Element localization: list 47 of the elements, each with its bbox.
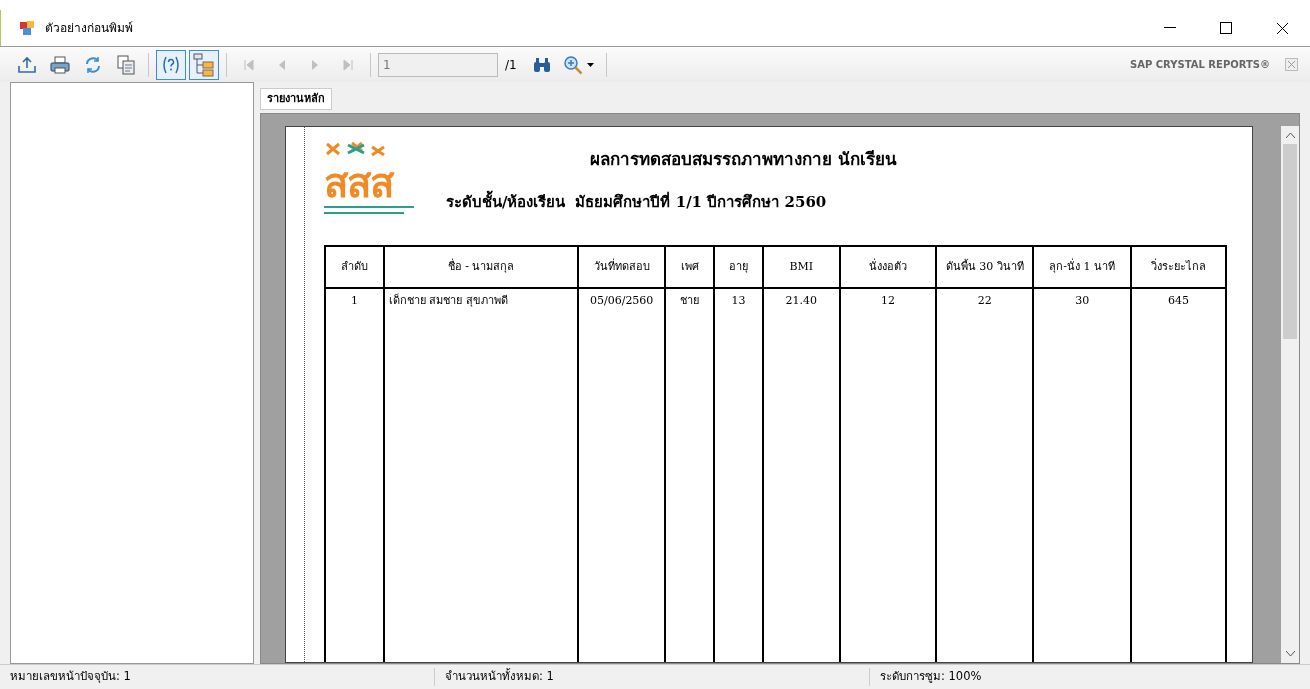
first-icon <box>244 58 254 71</box>
tree-button[interactable] <box>189 49 219 80</box>
class-label: ระดับชั้น/ห้องเรียน <box>446 190 566 213</box>
page-total: /1 <box>505 56 517 74</box>
scroll-thumb[interactable] <box>1283 144 1297 339</box>
column-header: วิ่งระยะไกล <box>1131 246 1226 288</box>
next-icon <box>311 58 319 71</box>
page-number-field[interactable]: 1 <box>378 52 498 77</box>
class-value: มัธยมศึกษาปีที่ 1/1 ปีการศึกษา 2560 <box>575 190 827 213</box>
app-icon <box>19 20 35 36</box>
export-icon <box>17 55 37 74</box>
column-header: เพศ <box>665 246 714 288</box>
scrollbar[interactable] <box>1281 126 1299 663</box>
report-tab[interactable]: รายงานหลัก <box>260 88 332 110</box>
close-icon <box>1275 21 1289 35</box>
column-header: BMI <box>762 246 840 288</box>
print-icon <box>50 55 70 74</box>
previous-icon <box>278 58 286 71</box>
help-button[interactable] <box>156 49 186 80</box>
caret-icon <box>587 62 595 67</box>
column-header: ดันพื้น 30 วินาที <box>936 246 1034 288</box>
column-header: ลุก-นั่ง 1 นาที <box>1033 246 1132 288</box>
scroll-down-icon <box>1285 651 1295 657</box>
maximize-icon <box>1220 22 1232 34</box>
tree-icon <box>193 52 215 77</box>
refresh-icon <box>84 55 102 74</box>
column-header: นั่งงอตัว <box>839 246 937 288</box>
last-icon <box>343 58 353 71</box>
status-text: หมายเลขหน้าปัจจุบัน: 1 <box>0 668 435 686</box>
status-text: ระดับการซูม: 100% <box>879 668 982 686</box>
report-title: ผลการทดสอบสมรรถภาพทางกาย นักเรียน <box>590 148 898 171</box>
column-header: ชื่อ - นามสกุล <box>383 246 579 288</box>
copy-icon <box>117 54 135 75</box>
magnifier-icon <box>563 54 584 75</box>
close-toolbar-button[interactable] <box>1285 58 1298 71</box>
logo-drawing: สสส <box>324 141 420 245</box>
status-text: จำนวนหน้าทั้งหมด: 1 <box>435 668 870 686</box>
help-icon <box>161 55 181 74</box>
close-icon <box>1288 61 1295 68</box>
window-title: ตัวอย่างก่อนพิมพ์ <box>45 20 133 37</box>
brand-label: SAP CRYSTAL REPORTS® <box>1130 58 1270 72</box>
minimize-icon <box>1164 27 1176 29</box>
column-header: ลำดับ <box>325 246 384 288</box>
binoculars-icon <box>532 56 551 73</box>
column-header: อายุ <box>714 246 763 288</box>
scroll-up-icon <box>1285 132 1295 138</box>
column-header: วันที่ทดสอบ <box>578 246 666 288</box>
